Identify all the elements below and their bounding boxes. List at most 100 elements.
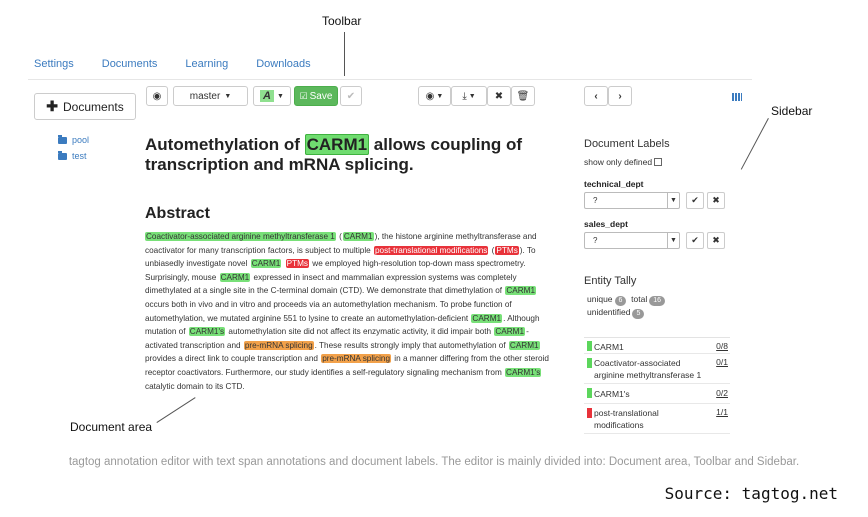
download-button[interactable]: ⤓ ▼	[451, 86, 487, 106]
callout-sidebar: Sidebar	[771, 104, 813, 118]
tally-row[interactable]: Coactivator-associated arginine methyltr…	[584, 354, 730, 384]
sales-dept-select[interactable]: ? ▼	[584, 232, 680, 249]
next-document-button[interactable]: ›	[608, 86, 632, 106]
tally-entity-count[interactable]: 0/2	[716, 388, 728, 398]
close-icon: ✖	[494, 90, 504, 102]
entity-annotation[interactable]: CARM1	[342, 232, 374, 241]
globe-button[interactable]: ◉	[146, 86, 168, 106]
view-toggle-button[interactable]: ◉ ▼	[418, 86, 451, 106]
unidentified-count-badge: 5	[632, 309, 645, 319]
callout-document-area: Document area	[70, 420, 153, 434]
tally-entity-count[interactable]: 0/8	[716, 341, 728, 351]
tally-unidentified: unidentified 5	[587, 307, 645, 319]
prev-document-button[interactable]: ‹	[584, 86, 608, 106]
entity-annotation[interactable]: CARM1	[250, 259, 282, 269]
save-button[interactable]: ☑ Save	[294, 86, 338, 106]
chevron-down-icon: ▼	[436, 92, 444, 100]
tally-row[interactable]: CARM1 0/8	[584, 338, 730, 354]
entity-color-swatch	[587, 341, 592, 351]
entity-color-swatch	[587, 408, 592, 418]
entity-annotation[interactable]: PTMs	[285, 259, 310, 269]
check-icon: ✔	[691, 235, 699, 245]
tally-entity-name: CARM1's	[594, 389, 630, 399]
entity-annotation[interactable]: PTMs	[495, 245, 519, 255]
nav-learning[interactable]: Learning	[179, 58, 228, 79]
confirm-button[interactable]: ✔	[340, 86, 362, 106]
label-technical-dept: technical_dept	[584, 179, 644, 189]
entity-tally-table: CARM1 0/8 Coactivator-associated arginin…	[584, 337, 730, 434]
entity-annotation[interactable]: CARM1's	[505, 367, 542, 377]
entity-color-swatch	[587, 358, 592, 368]
entity-annotation[interactable]: Coactivator-associated arginine methyltr…	[145, 232, 336, 241]
tally-entity-name: Coactivator-associated arginine methyltr…	[594, 358, 702, 380]
abstract-text[interactable]: Coactivator-associated arginine methyltr…	[145, 230, 550, 393]
entity-color-swatch	[587, 388, 592, 398]
sales-dept-confirm-button[interactable]: ✔	[686, 232, 704, 249]
entity-annotation[interactable]: pre-mRNA splicing	[243, 340, 314, 350]
technical-dept-confirm-button[interactable]: ✔	[686, 192, 704, 209]
technical-dept-select[interactable]: ? ▼	[584, 192, 680, 209]
tally-row[interactable]: CARM1's 0/2	[584, 384, 730, 404]
chevron-down-icon: ▼	[667, 233, 679, 248]
unidentified-label: unidentified	[587, 307, 631, 317]
total-label: total	[631, 294, 648, 304]
branch-label: master	[189, 90, 221, 102]
close-button[interactable]: ✖	[487, 86, 511, 106]
save-label: Save	[309, 90, 333, 102]
abstract-segment: (	[336, 232, 342, 241]
abstract-segment	[281, 259, 285, 268]
entity-annotation[interactable]: CARM1	[508, 340, 540, 350]
close-icon: ✖	[712, 235, 720, 245]
download-icon: ⤓	[462, 90, 467, 102]
chevron-right-icon: ›	[618, 90, 622, 102]
save-icon: ☑	[299, 90, 308, 101]
branch-select[interactable]: master ▼	[173, 86, 248, 106]
folder-icon	[58, 150, 67, 160]
entity-annotation[interactable]: CARM1	[494, 327, 526, 337]
globe-icon: ◉	[152, 90, 162, 102]
show-only-defined-label: show only defined	[584, 157, 653, 167]
entity-annotation[interactable]: post-translational modifications	[373, 245, 489, 255]
chevron-left-icon: ‹	[594, 90, 598, 102]
folder-label: test	[72, 151, 87, 161]
grid-view-icon[interactable]	[732, 93, 742, 101]
close-icon: ✖	[712, 195, 720, 205]
title-entity-carm1[interactable]: CARM1	[304, 134, 370, 155]
documents-button[interactable]: ✚ Documents	[34, 93, 136, 120]
entity-annotation[interactable]: CARM1	[219, 272, 251, 282]
check-icon: ✔	[691, 195, 699, 205]
select-value: ?	[593, 196, 598, 205]
technical-dept-remove-button[interactable]: ✖	[707, 192, 725, 209]
show-only-defined-checkbox[interactable]	[654, 158, 663, 166]
tally-entity-count[interactable]: 1/1	[716, 407, 728, 417]
source-credit: Source: tagtog.net	[664, 484, 838, 503]
document-title: Automethylation of CARM1 allows coupling…	[145, 134, 545, 175]
select-value: ?	[593, 236, 598, 245]
title-text-before: Automethylation of	[145, 135, 305, 154]
nav-documents[interactable]: Documents	[96, 58, 158, 79]
entity-annotation[interactable]: CARM1's	[188, 327, 226, 337]
eye-icon: ◉	[425, 90, 435, 102]
entity-annotation[interactable]: CARM1	[471, 313, 503, 323]
sales-dept-remove-button[interactable]: ✖	[707, 232, 725, 249]
document-labels-title: Document Labels	[584, 138, 670, 150]
show-only-defined[interactable]: show only defined	[584, 157, 663, 167]
nav-downloads[interactable]: Downloads	[250, 58, 310, 79]
font-color-button[interactable]: A ▼	[253, 86, 291, 106]
folder-test[interactable]: test	[58, 150, 87, 161]
tally-row[interactable]: post-translational modifications 1/1	[584, 404, 730, 434]
entity-annotation[interactable]: CARM1	[505, 286, 537, 296]
chevron-down-icon: ▼	[667, 193, 679, 208]
folder-pool[interactable]: pool	[58, 134, 89, 145]
chevron-down-icon: ▼	[468, 92, 476, 100]
delete-button[interactable]: 🗑	[511, 86, 535, 106]
abstract-heading: Abstract	[145, 205, 210, 222]
tally-entity-name: post-translational modifications	[594, 408, 659, 430]
nav-settings[interactable]: Settings	[28, 58, 74, 79]
chevron-down-icon: ▼	[277, 92, 284, 100]
entity-annotation[interactable]: pre-mRNA splicing	[321, 354, 392, 364]
tally-summary: unique 6 total 16	[587, 294, 666, 306]
label-sales-dept: sales_dept	[584, 219, 628, 229]
unique-label: unique	[587, 294, 613, 304]
tally-entity-count[interactable]: 0/1	[716, 357, 728, 367]
